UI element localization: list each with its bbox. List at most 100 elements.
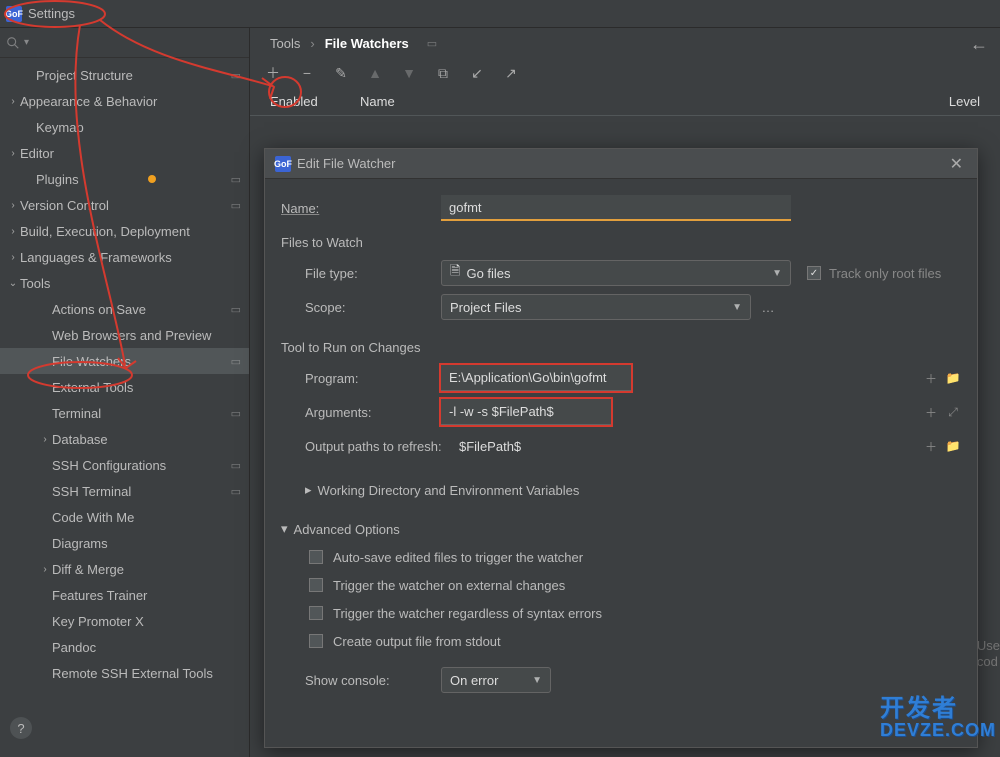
- opt-syntax-checkbox[interactable]: [309, 606, 323, 620]
- sidebar-item-web-browsers-and-preview[interactable]: Web Browsers and Preview: [0, 322, 249, 348]
- sidebar-item-diff-merge[interactable]: ›Diff & Merge: [0, 556, 249, 582]
- chevron-icon: ›: [6, 252, 20, 263]
- arguments-input[interactable]: [441, 399, 611, 425]
- program-input[interactable]: [441, 365, 631, 391]
- opt-external-checkbox[interactable]: [309, 578, 323, 592]
- sidebar-item-file-watchers[interactable]: File Watchers ▭: [0, 348, 249, 374]
- working-dir-section[interactable]: ▸ Working Directory and Environment Vari…: [305, 473, 961, 507]
- sidebar-item-editor[interactable]: ›Editor: [0, 140, 249, 166]
- output-input[interactable]: [451, 433, 881, 459]
- update-badge: [148, 175, 156, 183]
- opt-stdout-checkbox[interactable]: [309, 634, 323, 648]
- up-button[interactable]: ▲: [366, 64, 384, 82]
- col-enabled[interactable]: Enabled: [270, 94, 360, 109]
- sidebar-item-key-promoter-x[interactable]: Key Promoter X: [0, 608, 249, 634]
- import-button[interactable]: ↙: [468, 64, 486, 82]
- sidebar-item-actions-on-save[interactable]: Actions on Save▭: [0, 296, 249, 322]
- advanced-options-section[interactable]: ▾ Advanced Options: [281, 521, 961, 537]
- project-scope-icon: ▭: [231, 407, 241, 420]
- export-button[interactable]: ↗: [502, 64, 520, 82]
- sidebar-item-ssh-terminal[interactable]: SSH Terminal▭: [0, 478, 249, 504]
- app-icon: GoF: [6, 6, 22, 22]
- remove-button[interactable]: −: [298, 64, 316, 82]
- edit-button[interactable]: ✎: [332, 64, 350, 82]
- chevron-right-icon: ▸: [305, 482, 312, 498]
- insert-macro-icon[interactable]: ＋: [923, 370, 939, 386]
- close-icon[interactable]: ✕: [946, 154, 967, 174]
- search-dropdown-icon[interactable]: ▾: [24, 37, 29, 48]
- sidebar-item-build-execution-deployment[interactable]: ›Build, Execution, Deployment: [0, 218, 249, 244]
- sidebar-item-ssh-configurations[interactable]: SSH Configurations▭: [0, 452, 249, 478]
- files-to-watch-section: Files to Watch: [281, 235, 961, 250]
- sidebar-item-remote-ssh-external-tools[interactable]: Remote SSH External Tools: [0, 660, 249, 686]
- name-input[interactable]: [441, 195, 791, 221]
- sidebar-item-project-structure[interactable]: Project Structure▭: [0, 62, 249, 88]
- watermark: 开发者 DEVZE.COM: [880, 697, 996, 739]
- sidebar-item-terminal[interactable]: Terminal▭: [0, 400, 249, 426]
- sidebar-item-keymap[interactable]: Keymap: [0, 114, 249, 140]
- project-scope-icon: ▭: [231, 69, 241, 82]
- help-button[interactable]: ?: [10, 717, 32, 739]
- sidebar-item-features-trainer[interactable]: Features Trainer: [0, 582, 249, 608]
- chevron-icon: ›: [38, 434, 52, 445]
- hint-text: Usecod: [977, 638, 1000, 670]
- sidebar-item-label: Build, Execution, Deployment: [20, 224, 190, 239]
- dialog-title: Edit File Watcher: [297, 156, 396, 171]
- sidebar-item-label: File Watchers: [52, 354, 131, 369]
- browse-folder-icon[interactable]: 📁: [945, 438, 961, 454]
- scope-browse-button[interactable]: …: [757, 296, 779, 318]
- console-label: Show console:: [281, 673, 441, 688]
- col-name[interactable]: Name: [360, 94, 920, 109]
- sidebar-item-appearance-behavior[interactable]: ›Appearance & Behavior: [0, 88, 249, 114]
- project-scope-icon: ▭: [231, 173, 241, 186]
- col-level[interactable]: Level: [920, 94, 980, 109]
- watchers-toolbar: ＋ − ✎ ▲ ▼ ⧉ ↙ ↗: [250, 58, 1000, 88]
- program-label: Program:: [281, 371, 441, 386]
- track-root-checkbox[interactable]: ✓: [807, 266, 821, 280]
- sidebar-item-diagrams[interactable]: Diagrams: [0, 530, 249, 556]
- chevron-icon: ›: [38, 564, 52, 575]
- back-button[interactable]: ←: [970, 34, 988, 55]
- chevron-down-icon: ▾: [281, 521, 288, 537]
- expand-icon[interactable]: ⤢: [945, 404, 961, 420]
- settings-tree: Project Structure▭›Appearance & Behavior…: [0, 58, 249, 686]
- project-scope-icon: ▭: [427, 37, 437, 50]
- chevron-down-icon: ▼: [732, 302, 742, 313]
- project-scope-icon: ▭: [231, 459, 241, 472]
- opt-autosave-checkbox[interactable]: [309, 550, 323, 564]
- scope-combo[interactable]: Project Files ▼: [441, 294, 751, 320]
- titlebar: GoF Settings: [0, 0, 1000, 28]
- sidebar-item-label: Key Promoter X: [52, 614, 144, 629]
- dialog-app-icon: GoF: [275, 156, 291, 172]
- sidebar-item-label: Plugins: [36, 172, 79, 187]
- sidebar-item-pandoc[interactable]: Pandoc: [0, 634, 249, 660]
- sidebar-item-label: Web Browsers and Preview: [52, 328, 211, 343]
- insert-macro-icon[interactable]: ＋: [923, 404, 939, 420]
- add-button[interactable]: ＋: [264, 64, 282, 82]
- down-button[interactable]: ▼: [400, 64, 418, 82]
- sidebar-item-label: Tools: [20, 276, 50, 291]
- browse-folder-icon[interactable]: 📁: [945, 370, 961, 386]
- crumb-root[interactable]: Tools: [270, 36, 300, 51]
- filetype-label: File type:: [281, 266, 441, 281]
- sidebar-item-version-control[interactable]: ›Version Control▭: [0, 192, 249, 218]
- sidebar-item-database[interactable]: ›Database: [0, 426, 249, 452]
- chevron-down-icon: ▼: [532, 675, 542, 686]
- sidebar-item-label: Database: [52, 432, 108, 447]
- console-value: On error: [450, 673, 498, 688]
- sidebar-item-external-tools[interactable]: External Tools: [0, 374, 249, 400]
- console-combo[interactable]: On error ▼: [441, 667, 551, 693]
- sidebar-item-label: Pandoc: [52, 640, 96, 655]
- filetype-combo[interactable]: 🗎 Go files ▼: [441, 260, 791, 286]
- project-scope-icon: ▭: [231, 355, 241, 368]
- sidebar-item-languages-frameworks[interactable]: ›Languages & Frameworks: [0, 244, 249, 270]
- search-row: ▾: [0, 28, 249, 58]
- sidebar-item-plugins[interactable]: Plugins ▭: [0, 166, 249, 192]
- insert-macro-icon[interactable]: ＋: [923, 438, 939, 454]
- tool-section: Tool to Run on Changes: [281, 340, 961, 355]
- chevron-down-icon: ▼: [772, 268, 782, 279]
- copy-button[interactable]: ⧉: [434, 64, 452, 82]
- sidebar-item-code-with-me[interactable]: Code With Me: [0, 504, 249, 530]
- sidebar-item-tools[interactable]: ⌄Tools: [0, 270, 249, 296]
- opt-syntax-label: Trigger the watcher regardless of syntax…: [333, 606, 602, 621]
